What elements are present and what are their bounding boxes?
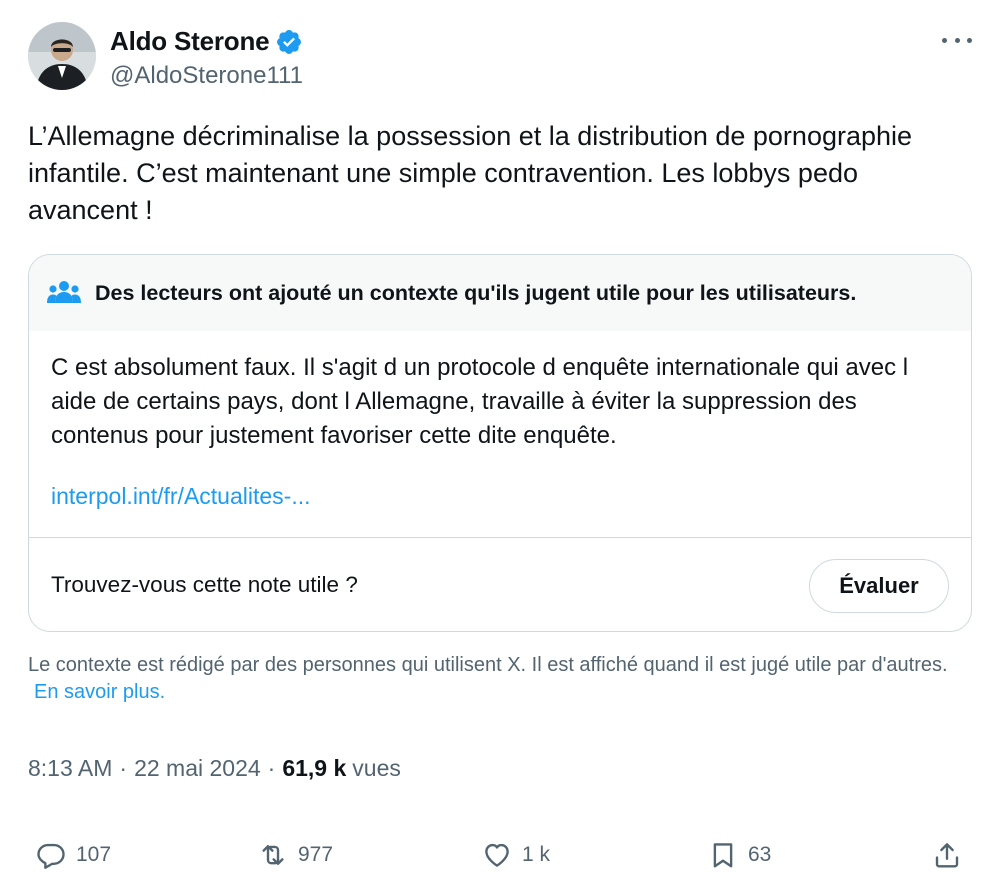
- like-button[interactable]: 1 k: [482, 835, 550, 875]
- verified-badge-icon: [277, 29, 302, 54]
- bookmark-icon: [713, 843, 733, 868]
- tweet-date[interactable]: 22 mai 2024: [134, 755, 261, 782]
- views-count: 61,9 k: [282, 755, 347, 781]
- note-helpful-question: Trouvez-vous cette note utile ?: [51, 572, 358, 597]
- author-name-row: Aldo Sterone: [110, 26, 303, 57]
- tweet-time[interactable]: 8:13 AM: [28, 755, 112, 782]
- more-icon[interactable]: [942, 28, 972, 52]
- like-icon: [485, 843, 509, 867]
- meta-separator: ·: [119, 755, 128, 781]
- community-note: Des lecteurs ont ajouté un contexte qu'i…: [28, 254, 972, 632]
- action-bar: 107 977 1 k 63: [36, 835, 970, 875]
- notes-disclaimer: Le contexte est rédigé par des personnes…: [28, 652, 972, 706]
- repost-count: 977: [298, 843, 334, 866]
- bookmark-count: 63: [748, 843, 772, 866]
- repost-button[interactable]: 977: [258, 835, 333, 875]
- like-count: 1 k: [522, 843, 551, 866]
- community-notes-icon: [47, 281, 81, 303]
- bookmark-button[interactable]: 63: [708, 835, 771, 875]
- community-note-link[interactable]: interpol.int/fr/Actualites-...: [51, 483, 311, 510]
- community-note-title: Des lecteurs ont ajouté un contexte qu'i…: [95, 280, 857, 305]
- reply-button[interactable]: 107: [36, 835, 111, 875]
- learn-more-link[interactable]: En savoir plus.: [34, 681, 165, 703]
- disclaimer-text: Le contexte est rédigé par des personnes…: [28, 654, 948, 676]
- community-note-footer: Trouvez-vous cette note utile ? Évaluer: [29, 537, 971, 631]
- community-note-body: C est absolument faux. Il s'agit d un pr…: [51, 354, 909, 449]
- repost-icon: [262, 845, 284, 865]
- display-name[interactable]: Aldo Sterone: [110, 26, 270, 57]
- tweet-text: L’Allemagne décriminalise la possession …: [28, 121, 913, 225]
- reply-count: 107: [76, 843, 112, 866]
- meta-separator: ·: [267, 755, 276, 781]
- author-handle[interactable]: @AldoSterone111: [110, 62, 303, 90]
- rate-button[interactable]: Évaluer: [809, 559, 949, 613]
- share-icon: [935, 843, 959, 868]
- reply-icon: [37, 843, 65, 869]
- tweet-header: Aldo Sterone @AldoSterone111: [28, 22, 972, 92]
- views-label: vues: [352, 755, 401, 781]
- tweet-meta: 8:13 AM · 22 mai 2024 · 61,9 k vues: [28, 755, 401, 782]
- avatar[interactable]: [28, 22, 96, 90]
- community-note-header: Des lecteurs ont ajouté un contexte qu'i…: [29, 255, 971, 331]
- share-button[interactable]: [932, 835, 972, 875]
